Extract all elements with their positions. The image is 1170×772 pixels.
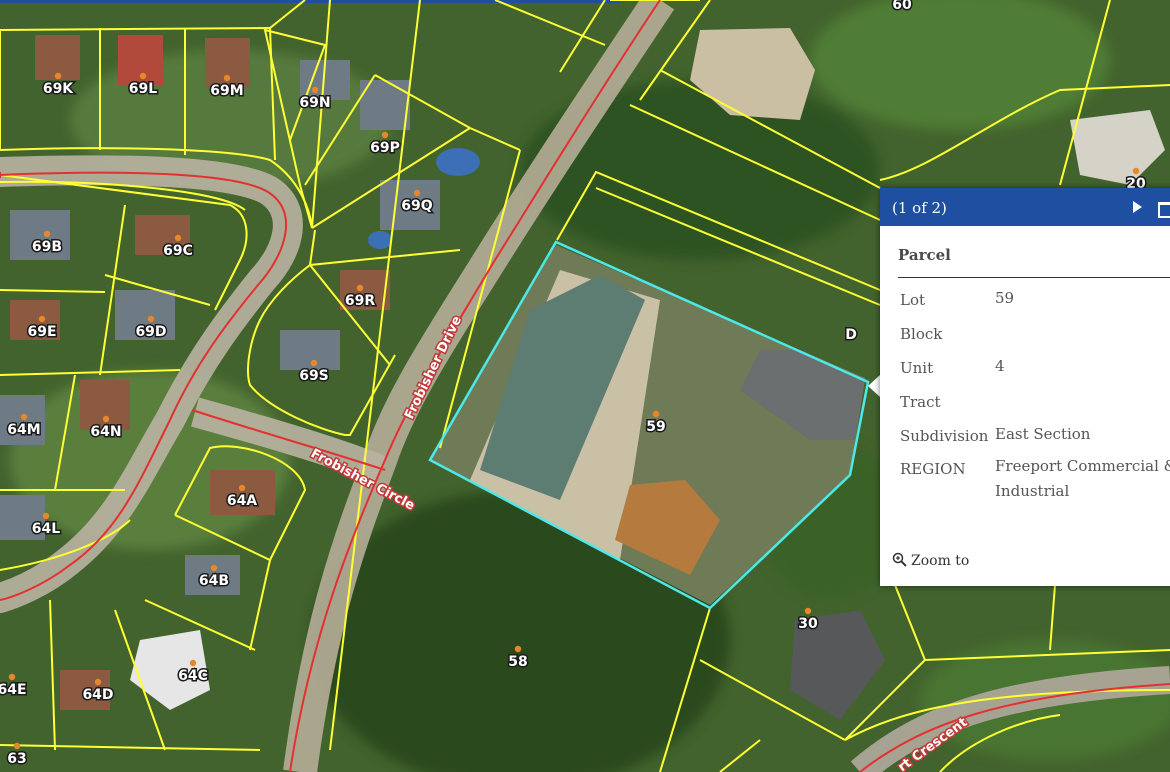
- popup-count: (1 of 2): [892, 199, 947, 217]
- lot-label: 60: [892, 0, 912, 13]
- play-right-icon: [1133, 201, 1142, 213]
- lot-label: 59: [646, 419, 665, 435]
- lot-marker[interactable]: [381, 131, 389, 139]
- popup-pointer: [868, 375, 880, 397]
- lot-label: 69R: [345, 293, 375, 309]
- attribute-key: Tract: [900, 393, 941, 411]
- lot-marker[interactable]: [38, 315, 46, 323]
- lot-label: 69Q: [401, 198, 432, 214]
- lot-label: 69L: [129, 81, 157, 97]
- popup-title: Parcel: [898, 246, 951, 264]
- attribute-value: 59: [995, 289, 1015, 307]
- lot-label: 64L: [32, 521, 60, 537]
- lot-label: 69E: [27, 324, 56, 340]
- lot-label: 64D: [82, 687, 113, 703]
- lot-marker[interactable]: [174, 234, 182, 242]
- lot-marker[interactable]: [210, 564, 218, 572]
- lot-marker[interactable]: [189, 659, 197, 667]
- attribute-value: East Section: [995, 425, 1091, 443]
- lot-marker[interactable]: [54, 72, 62, 80]
- lot-marker[interactable]: [147, 315, 155, 323]
- lot-marker[interactable]: [514, 645, 522, 653]
- attribute-value: Freeport Commercial & Industrial: [995, 457, 1170, 500]
- lot-marker[interactable]: [8, 673, 16, 681]
- lot-marker[interactable]: [652, 410, 660, 418]
- lot-marker[interactable]: [238, 484, 246, 492]
- lot-label: 69D: [135, 324, 166, 340]
- lot-label: 69S: [299, 368, 329, 384]
- attribute-key: Unit: [900, 359, 934, 377]
- lot-label: 69P: [370, 140, 400, 156]
- lot-label: 69M: [210, 83, 243, 99]
- lot-marker[interactable]: [413, 189, 421, 197]
- lot-label: D: [845, 327, 857, 343]
- lot-label: 64M: [7, 422, 40, 438]
- attribute-value: 4: [995, 357, 1005, 375]
- lot-label: 64C: [178, 668, 208, 684]
- attribute-key: Block: [900, 325, 943, 343]
- lot-marker[interactable]: [42, 512, 50, 520]
- attribute-key: REGION: [900, 460, 966, 478]
- lot-marker[interactable]: [356, 284, 364, 292]
- lot-label: 64N: [90, 424, 121, 440]
- popup-divider: [898, 277, 1170, 278]
- lot-marker[interactable]: [1132, 167, 1140, 175]
- identify-popup: (1 of 2) Parcel Lot 59 Block Unit 4 Tract Subd…: [880, 188, 1170, 586]
- lot-marker[interactable]: [804, 607, 812, 615]
- lot-label: 64E: [0, 682, 27, 698]
- lot-marker[interactable]: [94, 678, 102, 686]
- lot-label: 69N: [299, 95, 330, 111]
- lot-marker[interactable]: [43, 230, 51, 238]
- lot-label: 63: [7, 751, 26, 767]
- lot-marker[interactable]: [20, 413, 28, 421]
- popup-header: (1 of 2): [880, 188, 1170, 226]
- zoom-to-label: Zoom to: [911, 553, 970, 569]
- lot-label: 64B: [199, 573, 229, 589]
- zoom-to-link[interactable]: Zoom to: [892, 552, 969, 569]
- lot-marker[interactable]: [311, 86, 319, 94]
- lot-marker[interactable]: [223, 74, 231, 82]
- lot-marker[interactable]: [13, 742, 21, 750]
- lot-label: 30: [798, 616, 818, 632]
- lot-marker[interactable]: [310, 359, 318, 367]
- lot-label: 69C: [163, 243, 193, 259]
- lot-label: 58: [508, 654, 527, 670]
- lot-marker[interactable]: [139, 72, 147, 80]
- lot-label: 64A: [227, 493, 257, 509]
- zoom-magnifier-icon: [892, 552, 907, 567]
- lot-marker[interactable]: [102, 415, 110, 423]
- next-feature-button[interactable]: [1129, 199, 1145, 215]
- lot-label: 69B: [32, 239, 62, 255]
- maximize-icon[interactable]: [1158, 202, 1170, 218]
- attribute-key: Lot: [900, 291, 926, 309]
- lot-label: 69K: [43, 81, 74, 97]
- attribute-key: Subdivision: [900, 427, 989, 445]
